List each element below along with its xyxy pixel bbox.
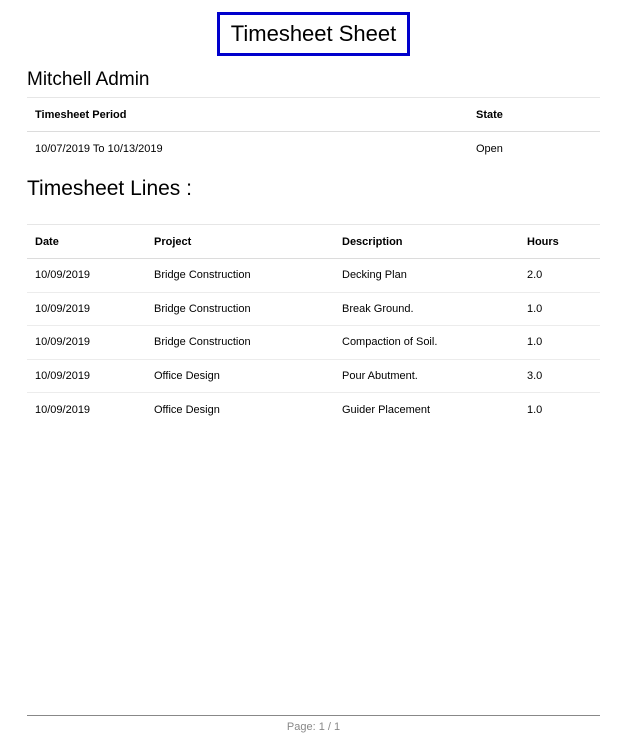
timesheet-lines-table: Date Project Description Hours 10/09/201… (27, 224, 600, 426)
line-hours: 1.0 (527, 403, 543, 416)
page-number: Page: 1 / 1 (286, 721, 341, 733)
hours-header: Hours (519, 224, 600, 259)
line-date: 10/09/2019 (35, 403, 91, 416)
description-header: Description (334, 224, 519, 259)
line-hours: 1.0 (519, 292, 600, 327)
line-date: 10/09/2019 (27, 258, 146, 293)
period-table: Timesheet Period State 10/07/2019 To 10/… (27, 97, 600, 166)
timesheet-lines-title: Timesheet Lines : (27, 177, 192, 200)
line-project: Office Design (146, 359, 334, 394)
line-project: Bridge Construction (146, 325, 334, 360)
table-row: 10/09/2019 Office Design Pour Abutment. … (27, 359, 600, 394)
report-title: Timesheet Sheet (217, 12, 410, 56)
line-description: Guider Placement (342, 403, 431, 416)
period-table-header-row: Timesheet Period State (27, 97, 600, 132)
table-row: 10/09/2019 Office Design Guider Placemen… (27, 393, 600, 427)
table-row: 10/09/2019 Bridge Construction Compactio… (27, 325, 600, 360)
date-header: Date (27, 224, 146, 259)
line-project: Bridge Construction (146, 292, 334, 327)
state-value: Open (476, 142, 503, 155)
period-row: 10/07/2019 To 10/13/2019 Open (27, 132, 600, 166)
line-date: 10/09/2019 (27, 292, 146, 327)
line-hours: 2.0 (519, 258, 600, 293)
project-header: Project (146, 224, 334, 259)
lines-table-header-row: Date Project Description Hours (27, 224, 600, 259)
table-row: 10/09/2019 Bridge Construction Break Gro… (27, 292, 600, 327)
line-project: Bridge Construction (146, 258, 334, 293)
line-project: Office Design (154, 403, 220, 416)
line-description: Compaction of Soil. (334, 325, 519, 360)
line-description: Pour Abutment. (334, 359, 519, 394)
line-hours: 3.0 (519, 359, 600, 394)
employee-name: Mitchell Admin (27, 69, 150, 90)
footer-divider (27, 715, 600, 716)
line-date: 10/09/2019 (27, 325, 146, 360)
line-description: Break Ground. (334, 292, 519, 327)
period-value: 10/07/2019 To 10/13/2019 (35, 142, 163, 155)
table-row: 10/09/2019 Bridge Construction Decking P… (27, 258, 600, 293)
line-date: 10/09/2019 (27, 359, 146, 394)
state-header: State (468, 97, 600, 132)
line-description: Decking Plan (334, 258, 519, 293)
period-header: Timesheet Period (27, 97, 468, 132)
line-hours: 1.0 (519, 325, 600, 360)
